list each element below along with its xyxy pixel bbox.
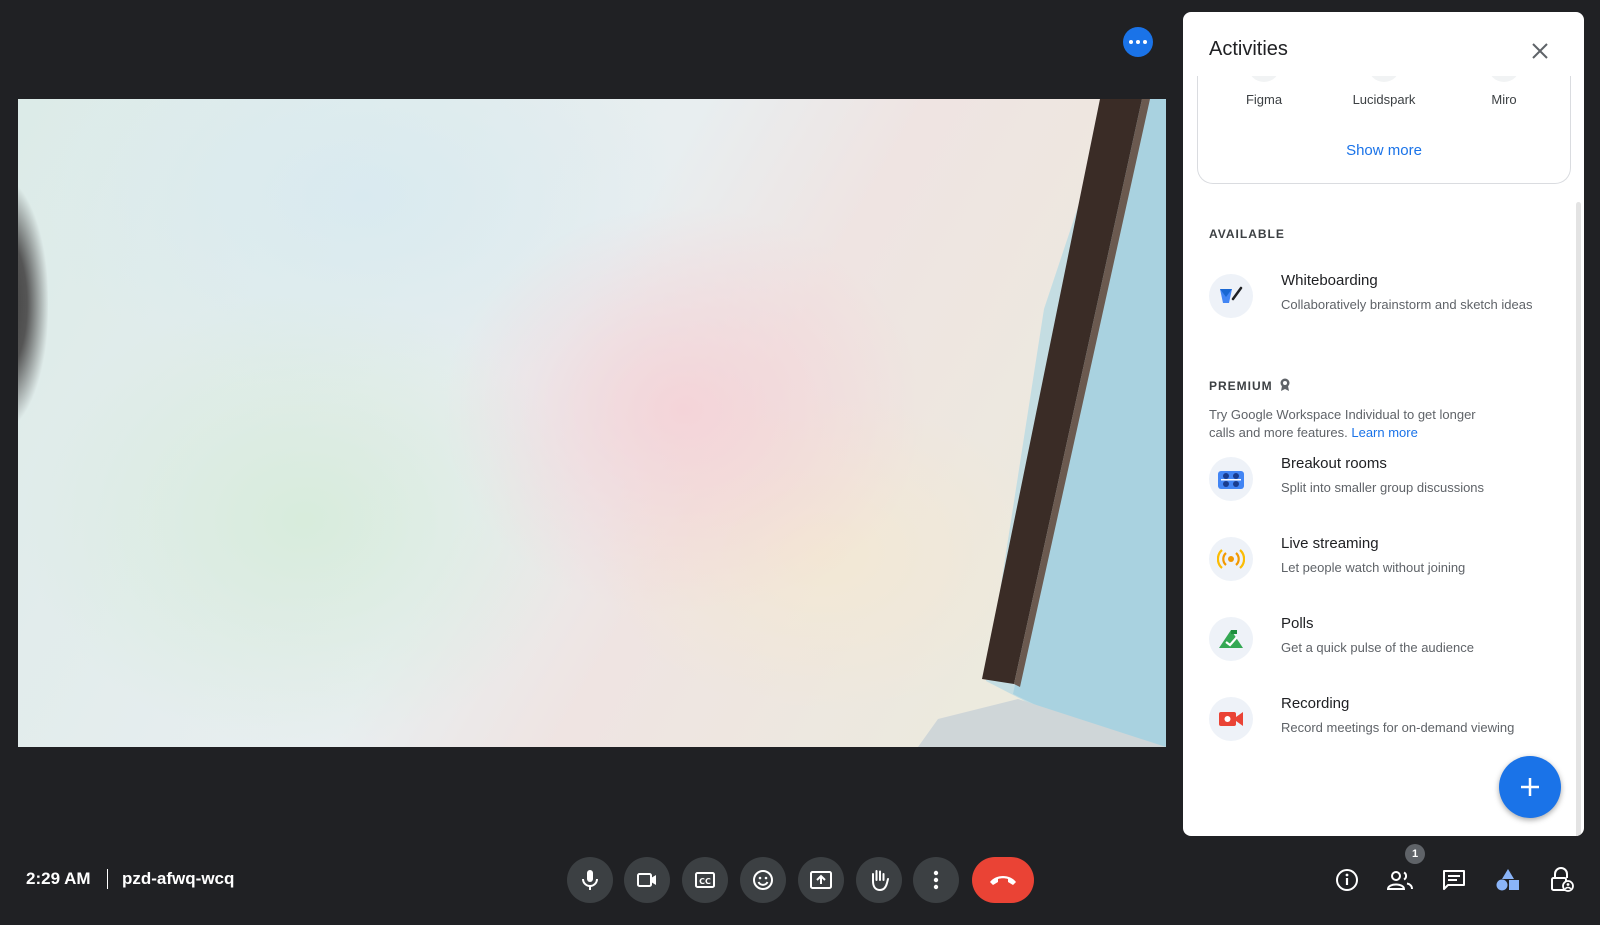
figma-logo-icon bbox=[1248, 76, 1280, 82]
add-on-label: Figma bbox=[1245, 92, 1283, 107]
activity-description: Collaboratively brainstorm and sketch id… bbox=[1281, 297, 1533, 312]
whiteboard-icon bbox=[1209, 274, 1253, 318]
premium-badge-icon bbox=[1280, 378, 1290, 391]
activity-whiteboarding[interactable]: Whiteboarding Collaboratively brainstorm… bbox=[1197, 266, 1569, 332]
microphone-icon bbox=[582, 870, 598, 890]
premium-label-text: PREMIUM bbox=[1209, 379, 1273, 393]
people-button[interactable] bbox=[1382, 862, 1418, 898]
activity-title: Polls bbox=[1281, 615, 1314, 632]
activities-button[interactable] bbox=[1490, 862, 1526, 898]
plus-icon bbox=[1521, 778, 1539, 796]
captions-icon: CC bbox=[695, 872, 715, 888]
activity-live-streaming[interactable]: Live streaming Let people watch without … bbox=[1197, 529, 1569, 595]
breakout-rooms-icon bbox=[1209, 457, 1253, 501]
dot-icon bbox=[1143, 40, 1147, 44]
meeting-details-button[interactable] bbox=[1329, 862, 1365, 898]
chat-button[interactable] bbox=[1436, 862, 1472, 898]
premium-note: Try Google Workspace Individual to get l… bbox=[1209, 406, 1499, 442]
recording-icon bbox=[1209, 697, 1253, 741]
raise-hand-icon bbox=[872, 870, 889, 892]
add-activity-button[interactable] bbox=[1499, 756, 1561, 818]
meeting-details-icon bbox=[1336, 869, 1358, 891]
add-on-label: Lucidspark bbox=[1352, 92, 1416, 107]
activity-description: Get a quick pulse of the audience bbox=[1281, 640, 1474, 655]
add-on-miro[interactable]: Miro bbox=[1454, 76, 1554, 107]
info-divider bbox=[107, 869, 108, 889]
host-controls-icon bbox=[1551, 867, 1574, 892]
premium-note-text: Try Google Workspace Individual to get l… bbox=[1209, 407, 1476, 440]
present-screen-button[interactable] bbox=[798, 857, 844, 903]
reactions-button[interactable] bbox=[740, 857, 786, 903]
activity-description: Split into smaller group discussions bbox=[1281, 480, 1485, 495]
panel-scrollbar[interactable] bbox=[1576, 202, 1581, 836]
activity-recording[interactable]: Recording Record meetings for on-demand … bbox=[1197, 689, 1569, 755]
add-on-lucidspark[interactable]: Lucidspark bbox=[1334, 76, 1434, 107]
raise-hand-button[interactable] bbox=[856, 857, 902, 903]
lucidspark-logo-icon bbox=[1368, 76, 1400, 82]
meeting-clock: 2:29 AM bbox=[26, 869, 91, 888]
microphone-button[interactable] bbox=[567, 857, 613, 903]
activity-title: Live streaming bbox=[1281, 535, 1379, 552]
overflow-menu-button[interactable] bbox=[1123, 27, 1153, 57]
meet-window: Activities Figma Lucidspark Miro Show mo… bbox=[0, 0, 1600, 925]
activity-description: Let people watch without joining bbox=[1281, 560, 1466, 575]
activities-scroll-area[interactable]: Figma Lucidspark Miro Show more AVAILABL… bbox=[1183, 76, 1584, 836]
activity-title: Whiteboarding bbox=[1281, 272, 1378, 289]
end-call-button[interactable] bbox=[972, 857, 1034, 903]
premium-section-label: PREMIUM bbox=[1209, 378, 1291, 393]
svg-text:CC: CC bbox=[699, 877, 711, 886]
camera-button[interactable] bbox=[624, 857, 670, 903]
live-streaming-icon bbox=[1209, 537, 1253, 581]
people-icon bbox=[1386, 871, 1413, 890]
present-icon bbox=[810, 871, 832, 889]
self-video-tile bbox=[18, 99, 1166, 747]
activity-title: Recording bbox=[1281, 695, 1350, 712]
show-more-link[interactable]: Show more bbox=[1198, 142, 1570, 159]
captions-button[interactable]: CC bbox=[682, 857, 728, 903]
dot-icon bbox=[1129, 40, 1133, 44]
chat-icon bbox=[1443, 870, 1465, 890]
add-ons-card: Figma Lucidspark Miro Show more bbox=[1197, 76, 1571, 184]
activities-panel: Activities Figma Lucidspark Miro Show mo… bbox=[1183, 12, 1584, 836]
host-controls-button[interactable] bbox=[1544, 862, 1580, 898]
panel-title: Activities bbox=[1209, 38, 1288, 60]
more-options-icon bbox=[933, 870, 939, 890]
picture-frame-edge bbox=[918, 99, 1166, 747]
camera-icon bbox=[637, 873, 656, 887]
dot-icon bbox=[1136, 40, 1140, 44]
participant-count-badge: 1 bbox=[1405, 844, 1425, 864]
meeting-code: pzd-afwq-wcq bbox=[122, 869, 235, 888]
available-section-label: AVAILABLE bbox=[1209, 227, 1285, 241]
activity-description: Record meetings for on-demand viewing bbox=[1281, 720, 1515, 735]
activity-title: Breakout rooms bbox=[1281, 455, 1387, 472]
activity-breakout-rooms[interactable]: Breakout rooms Split into smaller group … bbox=[1197, 449, 1569, 515]
more-options-button[interactable] bbox=[913, 857, 959, 903]
end-call-icon bbox=[990, 876, 1016, 885]
add-on-label: Miro bbox=[1491, 92, 1517, 107]
activity-polls[interactable]: Polls Get a quick pulse of the audience bbox=[1197, 609, 1569, 675]
activities-icon bbox=[1496, 869, 1519, 891]
close-panel-button[interactable] bbox=[1525, 36, 1555, 66]
emoji-icon bbox=[753, 870, 773, 890]
polls-icon bbox=[1209, 617, 1253, 661]
add-on-figma[interactable]: Figma bbox=[1214, 76, 1314, 107]
miro-logo-icon bbox=[1488, 76, 1520, 82]
close-icon bbox=[1532, 43, 1548, 59]
learn-more-link[interactable]: Learn more bbox=[1351, 425, 1417, 440]
